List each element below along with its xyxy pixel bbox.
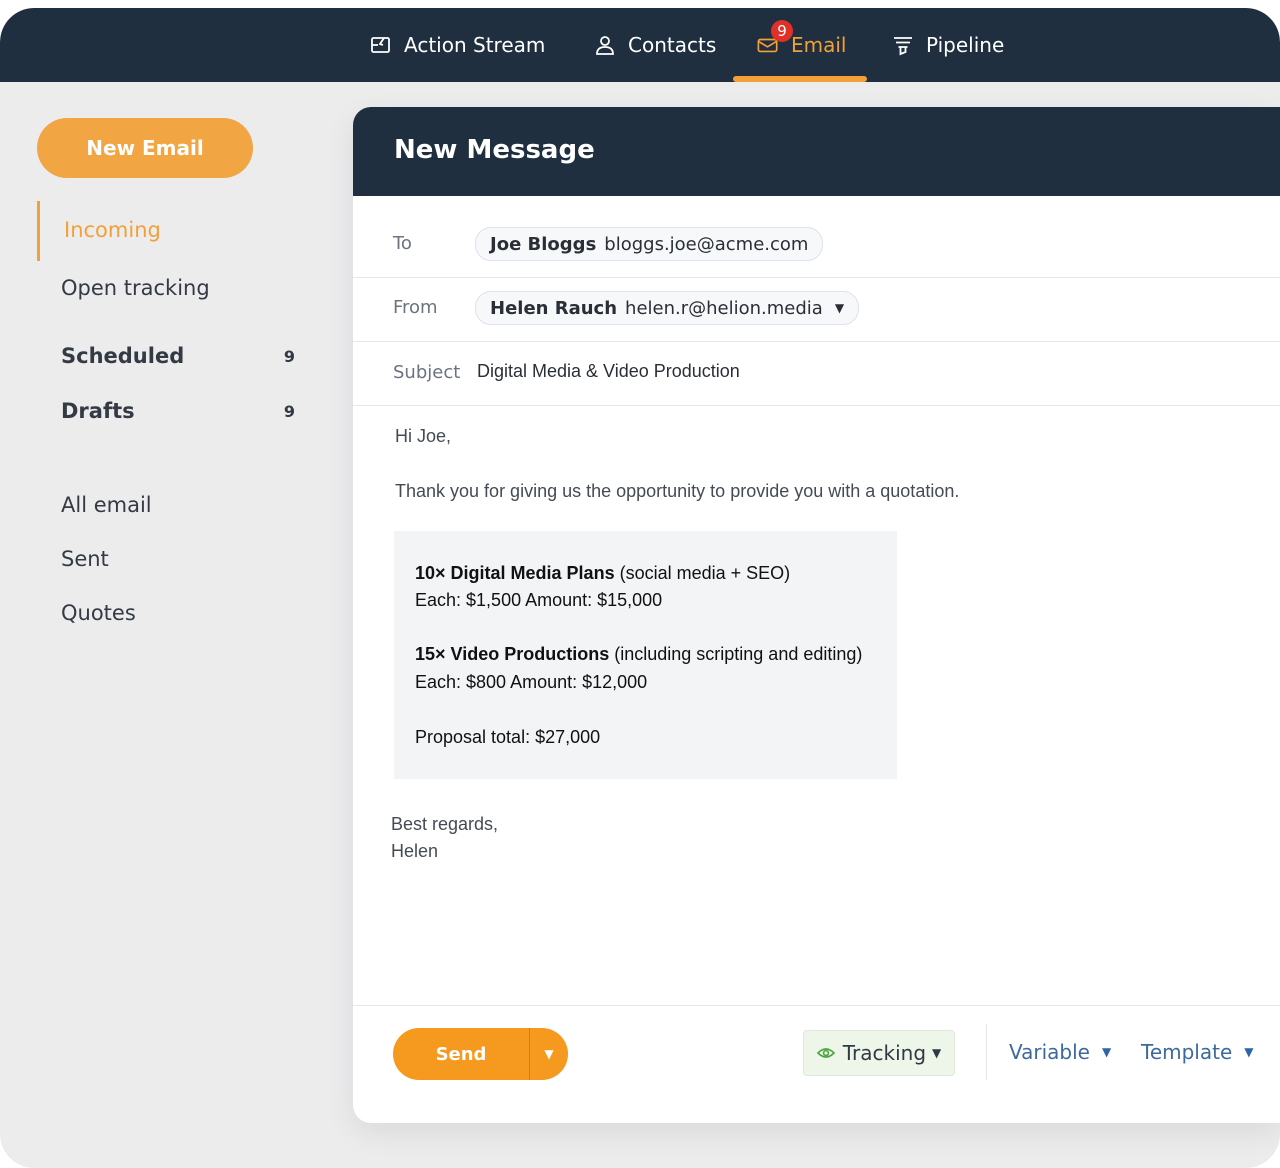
nav-label: Pipeline: [926, 33, 1005, 57]
subject-input[interactable]: Digital Media & Video Production: [477, 361, 740, 382]
quote-item-1: 10× Digital Media Plans (social media + …: [415, 563, 790, 584]
quote-total: Proposal total: $27,000: [415, 727, 601, 747]
app-window: Action Stream Contacts Email 9 Pipeline …: [0, 8, 1280, 1168]
sidebar-item-label: Quotes: [61, 601, 136, 625]
sidebar-item-count: 9: [283, 346, 295, 366]
recipient-name: Joe Bloggs: [490, 233, 597, 255]
compose-panel: New Message To Joe Bloggs bloggs.joe@acm…: [353, 107, 1280, 1123]
sidebar-item-incoming[interactable]: Incoming: [64, 218, 304, 242]
sidebar-item-count: 9: [283, 401, 295, 421]
from-label: From: [393, 297, 438, 318]
send-options-caret-icon[interactable]: ▼: [530, 1028, 568, 1080]
quote-item-desc: (social media + SEO): [614, 563, 791, 583]
sender-name: Helen Rauch: [490, 297, 618, 319]
top-nav-bar: Action Stream Contacts Email 9 Pipeline: [0, 8, 1280, 82]
subject-field-row: Subject Digital Media & Video Production: [353, 341, 1280, 406]
quote-block: 10× Digital Media Plans (social media + …: [394, 531, 897, 779]
template-dropdown[interactable]: Template ▼: [1141, 1040, 1254, 1064]
sidebar-item-label: All email: [61, 493, 152, 517]
sidebar-item-label: Scheduled: [61, 344, 185, 368]
eye-icon: [816, 1046, 835, 1060]
tracking-label: Tracking: [842, 1041, 927, 1065]
sidebar-item-label: Drafts: [61, 399, 135, 423]
quote-item-desc: (including scripting and editing): [609, 644, 863, 664]
caret-down-icon: ▼: [1101, 1045, 1112, 1059]
quote-item-title: 10× Digital Media Plans: [415, 563, 615, 583]
sidebar-item-sent[interactable]: Sent: [61, 547, 301, 571]
quote-item-title: 15× Video Productions: [415, 644, 610, 664]
quote-item-1-price: Each: $1,500 Amount: $15,000: [415, 590, 663, 610]
compose-title: New Message: [394, 135, 595, 165]
sidebar-item-drafts[interactable]: Drafts 9: [61, 399, 301, 423]
active-tab-indicator: [733, 76, 867, 82]
sidebar-item-label: Incoming: [64, 218, 161, 242]
caret-down-icon: ▼: [932, 1046, 942, 1060]
action-stream-icon: [370, 34, 392, 56]
nav-action-stream[interactable]: Action Stream: [370, 8, 545, 82]
tracking-toggle[interactable]: Tracking ▼: [803, 1030, 955, 1076]
variable-dropdown[interactable]: Variable ▼: [1009, 1040, 1111, 1064]
new-email-button[interactable]: New Email: [37, 118, 253, 178]
quote-item-2-price: Each: $800 Amount: $12,000: [415, 672, 648, 692]
body-closing[interactable]: Best regards,: [391, 814, 498, 835]
nav-email[interactable]: Email: [757, 8, 847, 82]
email-unread-badge: 9: [771, 20, 793, 42]
sidebar-item-scheduled[interactable]: Scheduled 9: [61, 344, 301, 368]
user-icon: [594, 34, 616, 56]
quote-item-2: 15× Video Productions (including scripti…: [415, 644, 862, 665]
variable-label: Variable: [1009, 1040, 1090, 1064]
body-intro[interactable]: Thank you for giving us the opportunity …: [395, 481, 959, 502]
compose-footer: Send ▼ Tracking ▼ Variable ▼ Template ▼: [353, 1005, 1280, 1123]
from-field-row: From Helen Rauch helen.r@helion.media ▼: [353, 277, 1280, 342]
sidebar-item-label: Open tracking: [61, 276, 210, 300]
compose-header: New Message: [353, 107, 1280, 196]
sidebar-item-label: Sent: [61, 547, 109, 571]
funnel-icon: [892, 34, 914, 56]
nav-label: Contacts: [628, 33, 717, 57]
body-greeting[interactable]: Hi Joe,: [395, 426, 451, 447]
sidebar-item-open-tracking[interactable]: Open tracking: [61, 276, 301, 300]
caret-down-icon: ▼: [834, 301, 845, 315]
sidebar-item-all-email[interactable]: All email: [61, 493, 301, 517]
to-label: To: [393, 233, 412, 254]
template-label: Template: [1141, 1040, 1233, 1064]
sidebar-item-quotes[interactable]: Quotes: [61, 601, 301, 625]
nav-label: Email: [791, 33, 847, 57]
footer-divider: [986, 1024, 987, 1080]
nav-label: Action Stream: [404, 33, 546, 57]
caret-down-icon: ▼: [1244, 1045, 1254, 1059]
sidebar-active-indicator: [37, 201, 40, 261]
body-signature[interactable]: Helen: [391, 841, 438, 862]
to-field-row: To Joe Bloggs bloggs.joe@acme.com: [353, 213, 1280, 278]
recipient-email: bloggs.joe@acme.com: [604, 233, 809, 255]
recipient-chip[interactable]: Joe Bloggs bloggs.joe@acme.com: [475, 227, 824, 261]
send-label: Send: [435, 1043, 487, 1065]
sender-email: helen.r@helion.media: [625, 297, 823, 319]
nav-pipeline[interactable]: Pipeline: [892, 8, 1004, 82]
sender-select[interactable]: Helen Rauch helen.r@helion.media ▼: [475, 291, 860, 325]
subject-label: Subject: [393, 362, 461, 383]
nav-contacts[interactable]: Contacts: [594, 8, 716, 82]
send-button[interactable]: Send ▼: [393, 1028, 568, 1080]
